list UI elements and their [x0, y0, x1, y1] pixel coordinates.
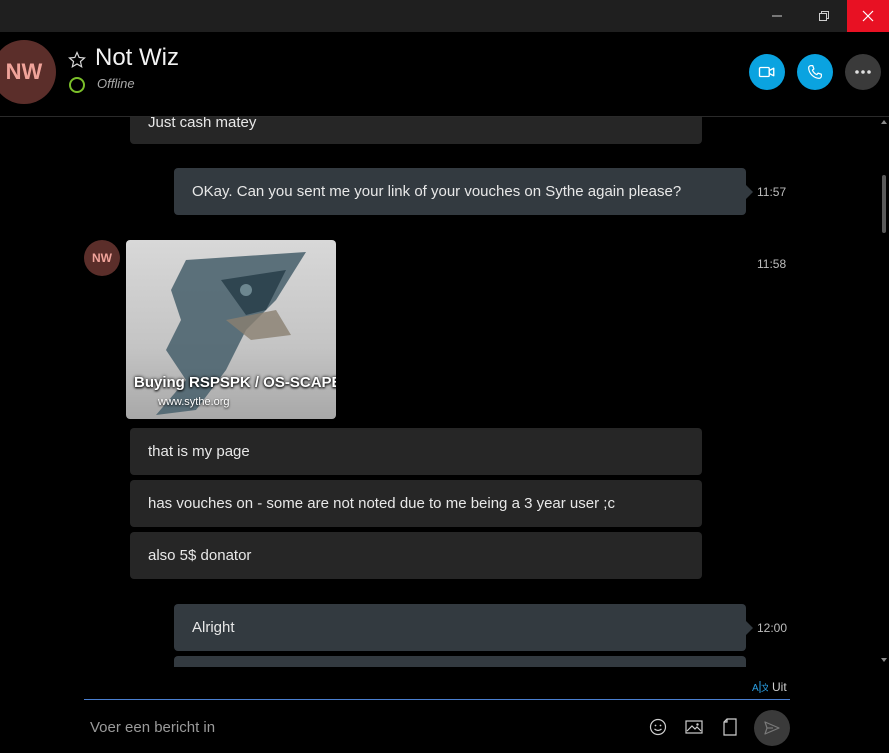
- avatar-initials: NW: [92, 251, 112, 265]
- video-camera-icon: [758, 66, 775, 78]
- favorite-star-icon[interactable]: [68, 51, 86, 74]
- send-file-button[interactable]: [720, 717, 740, 737]
- message-bubble[interactable]: also 5$ donator: [130, 532, 702, 579]
- message-bubble[interactable]: has vouches on - some are not noted due …: [130, 480, 702, 527]
- svg-text:文: 文: [761, 682, 768, 693]
- minimize-button[interactable]: [756, 0, 798, 32]
- composer-divider: [84, 699, 790, 700]
- message-bubble[interactable]: that is my page: [130, 428, 702, 475]
- message-timestamp: 11:57: [757, 185, 787, 199]
- sythe-logo-image: [156, 252, 306, 415]
- translator-toggle[interactable]: A 文 Uit: [752, 680, 787, 694]
- link-title: Buying RSPSPK / OS-SCAPE: [134, 374, 336, 391]
- link-preview-card[interactable]: Buying RSPSPK / OS-SCAPE www.sythe.org: [126, 240, 336, 419]
- window-titlebar: [0, 0, 889, 32]
- conversation-header: NW Not Wiz Offline: [0, 32, 889, 117]
- send-arrow-icon: [764, 721, 780, 735]
- translator-label: Uit: [772, 680, 787, 694]
- smiley-icon: [649, 718, 667, 736]
- translate-icon: A 文: [752, 681, 768, 694]
- avatar-initials: NW: [5, 59, 43, 84]
- emoticon-button[interactable]: [648, 717, 668, 737]
- more-options-button[interactable]: [845, 54, 881, 90]
- ellipsis-icon: [855, 70, 871, 74]
- contact-name[interactable]: Not Wiz: [95, 44, 179, 72]
- video-call-button[interactable]: [749, 54, 785, 90]
- image-icon: [685, 720, 703, 734]
- message-bubble[interactable]: OKay. Can you sent me your link of your …: [174, 168, 753, 215]
- message-bubble[interactable]: [174, 656, 746, 667]
- message-timestamp: 11:58: [757, 257, 787, 271]
- send-image-button[interactable]: [684, 717, 704, 737]
- restore-icon: [819, 11, 829, 21]
- message-input[interactable]: [84, 708, 636, 746]
- link-url: www.sythe.org: [158, 396, 230, 408]
- message-text: also 5$ donator: [148, 547, 252, 564]
- presence-status-text: Offline: [97, 76, 135, 91]
- audio-call-button[interactable]: [797, 54, 833, 90]
- presence-status-icon: [69, 77, 85, 93]
- chat-scrollbar[interactable]: [879, 117, 889, 667]
- scroll-up-arrow-icon[interactable]: [881, 120, 887, 124]
- message-timestamp: 12:00: [757, 621, 788, 635]
- minimize-icon: [772, 15, 782, 17]
- restore-button[interactable]: [803, 0, 845, 32]
- contact-avatar[interactable]: NW: [0, 40, 56, 104]
- message-bubble[interactable]: Alright: [174, 604, 753, 651]
- svg-text:A: A: [752, 683, 759, 694]
- sender-avatar[interactable]: NW: [84, 240, 120, 276]
- message-bubble[interactable]: Just cash matey: [130, 117, 702, 144]
- close-button[interactable]: [847, 0, 889, 32]
- message-text: OKay. Can you sent me your link of your …: [192, 183, 682, 200]
- scroll-down-arrow-icon[interactable]: [881, 658, 887, 662]
- send-button[interactable]: [754, 710, 790, 746]
- close-icon: [862, 10, 874, 22]
- message-text: that is my page: [148, 443, 250, 460]
- message-text: has vouches on - some are not noted due …: [148, 495, 615, 512]
- message-text: Alright: [192, 619, 235, 636]
- file-icon: [723, 718, 737, 736]
- message-text: Just cash matey: [148, 117, 257, 131]
- message-list[interactable]: Just cash matey OKay. Can you sent me yo…: [0, 117, 879, 667]
- scroll-thumb[interactable]: [882, 175, 886, 233]
- phone-icon: [808, 65, 822, 79]
